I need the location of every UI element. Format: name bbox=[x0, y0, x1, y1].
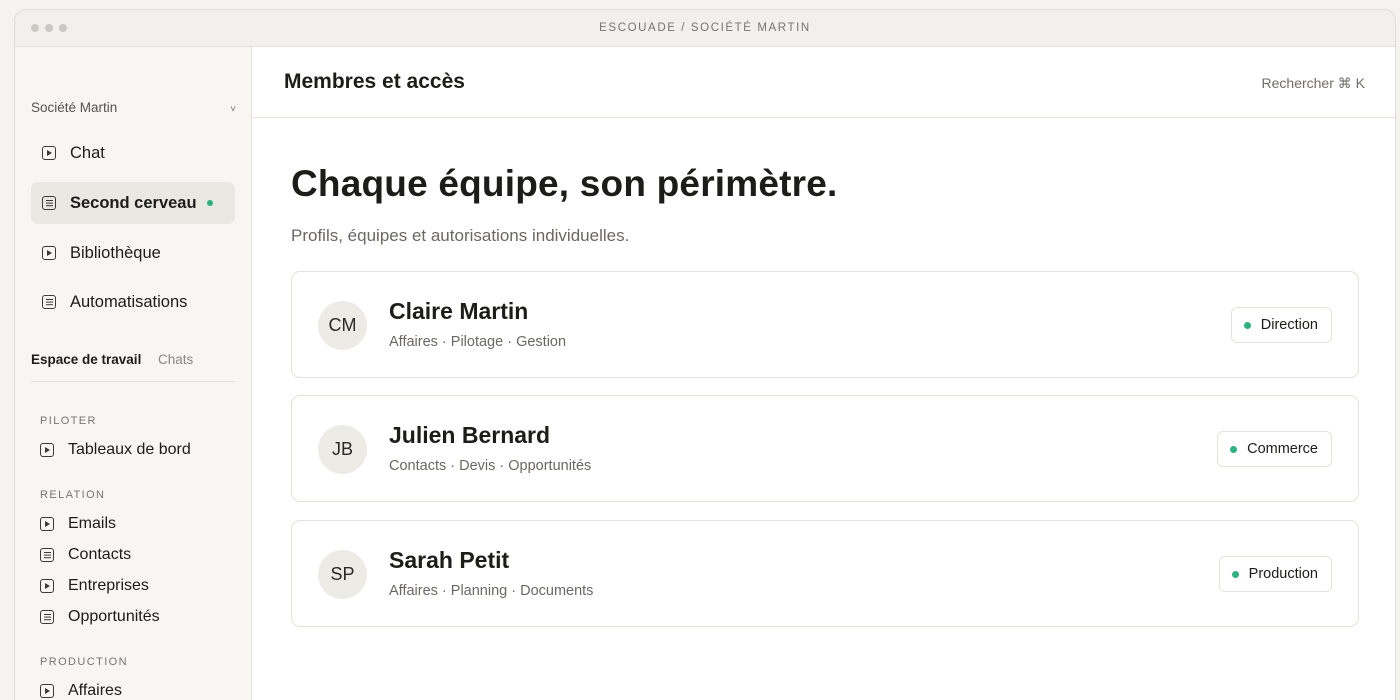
play-square-icon bbox=[40, 684, 54, 698]
tab-chats[interactable]: Chats bbox=[158, 352, 193, 367]
sidebar: Société Martin ˅ Chat Second cerveau Bib… bbox=[15, 47, 252, 700]
hero-subtitle: Profils, équipes et autorisations indivi… bbox=[291, 226, 630, 245]
sidebar-item-entreprises[interactable]: Entreprises bbox=[40, 577, 149, 595]
org-switcher[interactable]: Société Martin ˅ bbox=[31, 100, 236, 115]
document-icon bbox=[40, 548, 54, 562]
team-badge-label: Direction bbox=[1260, 317, 1318, 333]
member-card[interactable]: CM Claire Martin Affaires · Pilotage · G… bbox=[291, 271, 1359, 378]
status-dot bbox=[1231, 570, 1239, 578]
team-badge[interactable]: Direction bbox=[1230, 307, 1332, 343]
main-content: Membres et accès Rechercher ⌘ K Chaque é… bbox=[253, 47, 1395, 700]
member-card[interactable]: SP Sarah Petit Affaires · Planning · Doc… bbox=[291, 520, 1359, 627]
member-permissions: Affaires · Pilotage · Gestion bbox=[389, 334, 567, 350]
org-name: Société Martin bbox=[31, 100, 118, 115]
sidebar-item-label: Opportunités bbox=[68, 608, 160, 625]
member-permissions: Affaires · Planning · Documents bbox=[389, 583, 594, 599]
section-label-relation: RELATION bbox=[40, 489, 106, 501]
nav-item-chat[interactable]: Chat bbox=[31, 132, 235, 174]
nav-item-label: Automatisations bbox=[70, 292, 188, 311]
chevron-down-icon: ˅ bbox=[230, 104, 236, 115]
window-title: ESCOUADE / SOCIÉTÉ MARTIN bbox=[599, 22, 811, 34]
document-icon bbox=[40, 610, 54, 624]
member-name: Julien Bernard bbox=[389, 422, 551, 448]
tab-espace-de-travail[interactable]: Espace de travail bbox=[31, 352, 141, 367]
sidebar-item-label: Affaires bbox=[68, 682, 122, 699]
status-dot bbox=[1243, 321, 1251, 329]
play-square-icon bbox=[42, 146, 56, 160]
team-badge[interactable]: Commerce bbox=[1217, 431, 1332, 467]
team-badge-label: Commerce bbox=[1247, 441, 1318, 457]
member-name: Sarah Petit bbox=[389, 547, 510, 573]
section-label-piloter: PILOTER bbox=[40, 415, 97, 427]
sidebar-tabs: Espace de travail Chats bbox=[31, 352, 235, 382]
sidebar-item-tableaux-de-bord[interactable]: Tableaux de bord bbox=[40, 441, 191, 459]
play-square-icon bbox=[42, 246, 56, 260]
app-window: ESCOUADE / SOCIÉTÉ MARTIN Société Martin… bbox=[14, 9, 1396, 700]
sidebar-item-label: Emails bbox=[68, 515, 117, 532]
avatar: JB bbox=[318, 425, 367, 474]
sidebar-item-label: Tableaux de bord bbox=[68, 441, 191, 458]
member-card[interactable]: JB Julien Bernard Contacts · Devis · Opp… bbox=[291, 395, 1359, 502]
nav-item-label: Chat bbox=[70, 143, 105, 162]
title-bar: ESCOUADE / SOCIÉTÉ MARTIN bbox=[15, 10, 1395, 47]
avatar: SP bbox=[318, 550, 367, 599]
member-permissions: Contacts · Devis · Opportunités bbox=[389, 458, 592, 474]
sidebar-item-emails[interactable]: Emails bbox=[40, 515, 116, 533]
play-square-icon bbox=[40, 443, 54, 457]
sidebar-item-affaires[interactable]: Affaires bbox=[40, 682, 122, 700]
active-indicator-dot bbox=[206, 200, 213, 206]
sidebar-item-contacts[interactable]: Contacts bbox=[40, 546, 131, 564]
document-icon bbox=[42, 295, 56, 309]
play-square-icon bbox=[40, 579, 54, 593]
status-dot bbox=[1230, 445, 1238, 453]
top-bar: Membres et accès Rechercher ⌘ K bbox=[253, 47, 1395, 118]
team-badge-label: Production bbox=[1248, 566, 1318, 582]
search-shortcut[interactable]: Rechercher ⌘ K bbox=[1262, 75, 1365, 92]
sidebar-item-label: Contacts bbox=[68, 546, 132, 563]
nav-item-label: Second cerveau bbox=[70, 193, 197, 212]
nav-item-second-cerveau[interactable]: Second cerveau bbox=[31, 182, 235, 224]
nav-item-automatisations[interactable]: Automatisations bbox=[31, 281, 235, 323]
team-badge[interactable]: Production bbox=[1218, 556, 1332, 592]
avatar: CM bbox=[318, 301, 367, 350]
member-name: Claire Martin bbox=[389, 298, 529, 324]
nav-item-label: Bibliothèque bbox=[70, 243, 161, 262]
sidebar-item-opportunites[interactable]: Opportunités bbox=[40, 608, 160, 626]
page-title: Membres et accès bbox=[284, 70, 465, 93]
section-label-production: PRODUCTION bbox=[40, 656, 128, 668]
play-square-icon bbox=[40, 517, 54, 531]
sidebar-item-label: Entreprises bbox=[68, 577, 149, 594]
hero-title: Chaque équipe, son périmètre. bbox=[291, 163, 838, 204]
document-icon bbox=[42, 196, 56, 210]
nav-item-bibliotheque[interactable]: Bibliothèque bbox=[31, 232, 235, 274]
